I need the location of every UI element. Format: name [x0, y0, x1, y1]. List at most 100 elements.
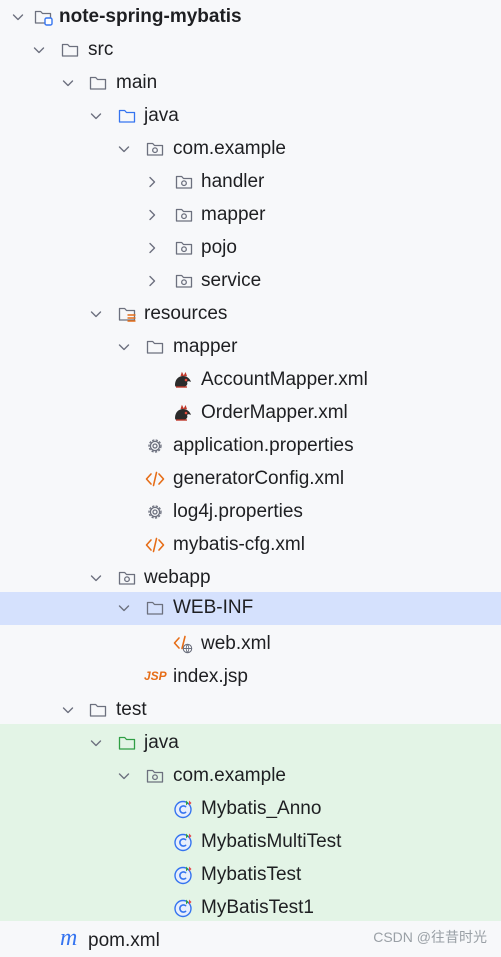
file-label: AccountMapper.xml: [201, 369, 368, 390]
module-folder-icon: [33, 7, 53, 27]
gear-icon: [145, 436, 165, 456]
tree-node-main-java[interactable]: java: [0, 99, 501, 132]
file-label: web.xml: [201, 633, 271, 654]
file-label: log4j.properties: [173, 501, 303, 522]
tree-node-mybatis-cfg[interactable]: mybatis-cfg.xml: [0, 528, 501, 561]
folder-label: java: [144, 732, 179, 753]
mybatis-icon: [173, 370, 193, 390]
tree-node-service[interactable]: service: [0, 264, 501, 297]
web-folder-icon: [117, 568, 137, 588]
chevron-down-icon[interactable]: [116, 339, 132, 355]
tree-node-index-jsp[interactable]: JSP index.jsp: [0, 660, 501, 693]
file-label: generatorConfig.xml: [173, 468, 345, 489]
tree-node-application-properties[interactable]: application.properties: [0, 429, 501, 462]
chevron-right-icon[interactable]: [144, 273, 160, 289]
folder-label: webapp: [144, 567, 211, 588]
tree-node-log4j[interactable]: log4j.properties: [0, 495, 501, 528]
package-label: handler: [201, 171, 265, 192]
class-label: MyBatisTest1: [201, 897, 314, 918]
package-icon: [145, 766, 165, 786]
package-icon: [145, 139, 165, 159]
xml-icon: [145, 535, 165, 555]
package-label: com.example: [173, 765, 286, 786]
test-class-icon: [173, 865, 193, 885]
folder-label: mapper: [173, 336, 238, 357]
watermark: CSDN @往昔时光: [373, 929, 487, 945]
class-label: Mybatis_Anno: [201, 798, 322, 819]
tree-node-test-package[interactable]: com.example: [0, 759, 501, 792]
folder-icon: [145, 337, 165, 357]
tree-node-src[interactable]: src: [0, 33, 501, 66]
package-icon: [174, 205, 194, 225]
package-icon: [174, 172, 194, 192]
tree-node-test-class[interactable]: MyBatisTest1: [0, 891, 501, 924]
tree-node-mapper-package[interactable]: mapper: [0, 198, 501, 231]
chevron-down-icon[interactable]: [88, 570, 104, 586]
source-folder-icon: [117, 106, 137, 126]
package-label: com.example: [173, 138, 286, 159]
chevron-down-icon[interactable]: [60, 702, 76, 718]
chevron-down-icon[interactable]: [116, 141, 132, 157]
folder-icon: [88, 73, 108, 93]
class-label: MybatisMultiTest: [201, 831, 342, 852]
chevron-down-icon[interactable]: [88, 108, 104, 124]
chevron-down-icon[interactable]: [60, 75, 76, 91]
maven-icon: m: [60, 925, 78, 951]
web-xml-icon: [173, 634, 193, 654]
package-label: mapper: [201, 204, 266, 225]
tree-node-handler[interactable]: handler: [0, 165, 501, 198]
package-icon: [174, 238, 194, 258]
file-label: mybatis-cfg.xml: [173, 534, 305, 555]
tree-node-webapp[interactable]: webapp: [0, 561, 501, 594]
tree-node-resources-mapper[interactable]: mapper: [0, 330, 501, 363]
tree-node-main-package[interactable]: com.example: [0, 132, 501, 165]
folder-label: main: [116, 72, 158, 93]
gear-icon: [145, 502, 165, 522]
chevron-down-icon[interactable]: [10, 9, 26, 25]
chevron-down-icon[interactable]: [88, 735, 104, 751]
tree-node-generator-config[interactable]: generatorConfig.xml: [0, 462, 501, 495]
tree-node-web-xml[interactable]: web.xml: [0, 627, 501, 660]
package-label: service: [201, 270, 262, 291]
chevron-right-icon[interactable]: [144, 240, 160, 256]
test-class-icon: [173, 898, 193, 918]
tree-node-test-class[interactable]: MybatisMultiTest: [0, 825, 501, 858]
xml-icon: [145, 469, 165, 489]
chevron-right-icon[interactable]: [144, 174, 160, 190]
tree-node-test-class[interactable]: Mybatis_Anno: [0, 792, 501, 825]
folder-label: src: [88, 39, 114, 60]
folder-icon: [145, 598, 165, 618]
folder-icon: [88, 700, 108, 720]
package-icon: [174, 271, 194, 291]
chevron-down-icon[interactable]: [116, 600, 132, 616]
tree-node-test-java[interactable]: java: [0, 726, 501, 759]
tree-node-account-mapper[interactable]: AccountMapper.xml: [0, 363, 501, 396]
chevron-down-icon[interactable]: [31, 42, 47, 58]
tree-node-test[interactable]: test: [0, 693, 501, 726]
folder-label: java: [144, 105, 179, 126]
chevron-down-icon[interactable]: [88, 306, 104, 322]
tree-node-order-mapper[interactable]: OrderMapper.xml: [0, 396, 501, 429]
project-name: note-spring-mybatis: [59, 6, 242, 27]
mybatis-icon: [173, 403, 193, 423]
test-folder-icon: [117, 733, 137, 753]
file-label: application.properties: [173, 435, 354, 456]
folder-label: resources: [144, 303, 228, 324]
file-label: index.jsp: [173, 666, 248, 687]
tree-node-main[interactable]: main: [0, 66, 501, 99]
tree-node-test-class[interactable]: MybatisTest: [0, 858, 501, 891]
folder-icon: [60, 40, 80, 60]
tree-node-pojo[interactable]: pojo: [0, 231, 501, 264]
resources-folder-icon: [117, 304, 137, 324]
class-label: MybatisTest: [201, 864, 302, 885]
file-label: pom.xml: [88, 930, 160, 951]
tree-node-resources[interactable]: resources: [0, 297, 501, 330]
folder-label: WEB-INF: [173, 597, 254, 618]
tree-node-project[interactable]: note-spring-mybatis: [0, 0, 501, 33]
chevron-down-icon[interactable]: [116, 768, 132, 784]
tree-node-web-inf[interactable]: WEB-INF: [0, 592, 501, 625]
chevron-right-icon[interactable]: [144, 207, 160, 223]
folder-label: test: [116, 699, 147, 720]
jsp-icon: JSP: [144, 669, 167, 683]
test-class-icon: [173, 832, 193, 852]
